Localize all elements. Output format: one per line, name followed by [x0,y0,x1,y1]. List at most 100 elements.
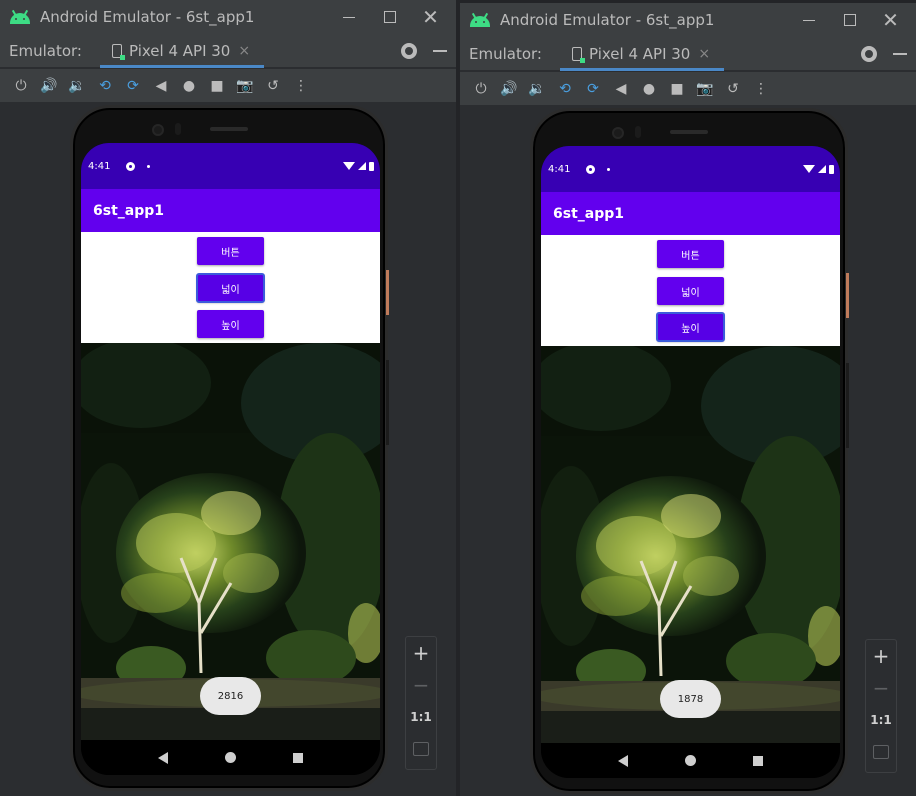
volume-down-icon[interactable]: 🔉 [63,73,91,99]
overview-icon[interactable]: ■ [203,73,231,99]
device-tab-label: Pixel 4 API 30 [128,41,231,60]
volume-up-icon[interactable]: 🔊 [495,76,523,102]
earpiece-speaker [670,130,708,134]
minimize-button[interactable] [333,0,364,34]
nav-back-icon[interactable] [617,754,628,767]
zoom-in-button[interactable]: + [865,640,897,672]
status-time: 4:41 [548,163,571,175]
desktop: Android Emulator - 6st_app1 ✕ Emulator: … [0,0,916,796]
notification-dot-icon [147,164,151,168]
toast-message: 2816 [200,677,261,715]
tree-night-photo: 2816 [81,343,380,740]
app-bar: 6st_app1 [81,189,380,232]
earpiece-speaker [210,127,248,131]
sensor-icon [635,126,641,138]
android-logo-icon [470,12,490,27]
cell-signal-icon [358,162,366,170]
zoom-fit-button[interactable] [405,733,437,765]
system-nav-bar [81,740,380,775]
tab-close-icon[interactable]: × [238,43,250,59]
power-icon[interactable]: ⏻ [467,76,495,102]
tree-night-photo: 1878 [541,346,840,743]
title-bar: Android Emulator - 6st_app1 ✕ [0,0,456,34]
device-tab[interactable]: Pixel 4 API 30 × [99,34,265,68]
front-camera-icon [612,127,624,139]
emulator-window-1: Android Emulator - 6st_app1 ✕ Emulator: … [0,0,456,796]
zoom-actual-size-button[interactable]: 1:1 [405,701,437,733]
snapshot-icon[interactable]: ↺ [719,76,747,102]
home-icon[interactable]: ● [175,73,203,99]
nav-recents-icon[interactable] [753,755,764,766]
overview-icon[interactable]: ■ [663,76,691,102]
device-phone-icon [111,43,125,60]
nav-home-icon[interactable] [224,752,236,763]
power-side-button[interactable] [846,273,849,318]
nav-recents-icon[interactable] [293,752,304,763]
width-button[interactable]: 넓이 [196,273,265,303]
zoom-panel: + − 1:1 [405,636,437,770]
zoom-in-button[interactable]: + [405,637,437,669]
window-title: Android Emulator - 6st_app1 [40,8,255,26]
more-icon[interactable]: ⋮ [747,76,775,102]
zoom-out-button[interactable]: − [865,672,897,704]
emulator-toolbar: ⏻ 🔊 🔉 ⟲ ⟳ ◀ ● ■ 📷 ↺ ⋮ [460,72,916,105]
zoom-fit-button[interactable] [865,736,897,768]
volume-down-icon[interactable]: 🔉 [523,76,551,102]
system-nav-bar [541,743,840,778]
maximize-button[interactable] [374,0,405,34]
tab-active-underline [559,67,725,71]
front-camera-icon [152,124,164,136]
close-window-button[interactable]: ✕ [415,0,446,34]
camera-icon[interactable]: 📷 [691,76,719,102]
snapshot-icon[interactable]: ↺ [259,73,287,99]
rotate-right-icon[interactable]: ⟳ [119,73,147,99]
status-settings-icon [586,164,596,174]
app-bar: 6st_app1 [541,192,840,235]
zoom-out-button[interactable]: − [405,669,437,701]
zoom-panel: + − 1:1 [865,639,897,773]
cell-signal-icon [818,165,826,173]
settings-gear-icon[interactable] [401,42,417,59]
back-icon[interactable]: ◀ [607,76,635,102]
button-button[interactable]: 버튼 [657,240,724,268]
volume-side-button[interactable] [846,363,849,448]
minimize-button[interactable] [793,3,824,37]
height-button[interactable]: 높이 [656,312,725,342]
maximize-button[interactable] [834,3,865,37]
close-window-button[interactable]: ✕ [875,3,906,37]
zoom-actual-size-button[interactable]: 1:1 [865,704,897,736]
emulator-toolbar: ⏻ 🔊 🔉 ⟲ ⟳ ◀ ● ■ 📷 ↺ ⋮ [0,69,456,102]
height-button[interactable]: 높이 [197,310,264,338]
phone-screen[interactable]: 4:41 6st_app1 버튼 넓이 높이 [541,146,840,778]
battery-icon [369,161,374,171]
hide-panel-icon[interactable] [893,52,907,55]
device-tab-label: Pixel 4 API 30 [588,44,691,63]
home-icon[interactable]: ● [635,76,663,102]
more-icon[interactable]: ⋮ [287,73,315,99]
hide-panel-icon[interactable] [433,49,447,52]
phone-screen[interactable]: 4:41 6st_app1 버튼 넓이 높이 [81,143,380,775]
button-panel: 버튼 넓이 높이 [541,235,840,346]
tab-close-icon[interactable]: × [698,46,710,62]
fit-screen-icon [873,745,889,759]
nav-home-icon[interactable] [684,755,696,766]
android-logo-icon [10,9,30,24]
rotate-left-icon[interactable]: ⟲ [91,73,119,99]
settings-gear-icon[interactable] [861,45,877,62]
volume-up-icon[interactable]: 🔊 [35,73,63,99]
emulator-caption: Emulator: [9,41,82,60]
nav-back-icon[interactable] [157,751,168,764]
camera-icon[interactable]: 📷 [231,73,259,99]
app-title: 6st_app1 [93,202,164,219]
power-side-button[interactable] [386,270,389,315]
width-button[interactable]: 넓이 [657,277,724,305]
emulator-tab-bar: Emulator: Pixel 4 API 30 × [0,34,456,68]
power-icon[interactable]: ⏻ [7,73,35,99]
rotate-right-icon[interactable]: ⟳ [579,76,607,102]
button-button[interactable]: 버튼 [197,237,264,265]
status-settings-icon [126,161,136,171]
volume-side-button[interactable] [386,360,389,445]
device-tab[interactable]: Pixel 4 API 30 × [559,37,725,71]
rotate-left-icon[interactable]: ⟲ [551,76,579,102]
back-icon[interactable]: ◀ [147,73,175,99]
